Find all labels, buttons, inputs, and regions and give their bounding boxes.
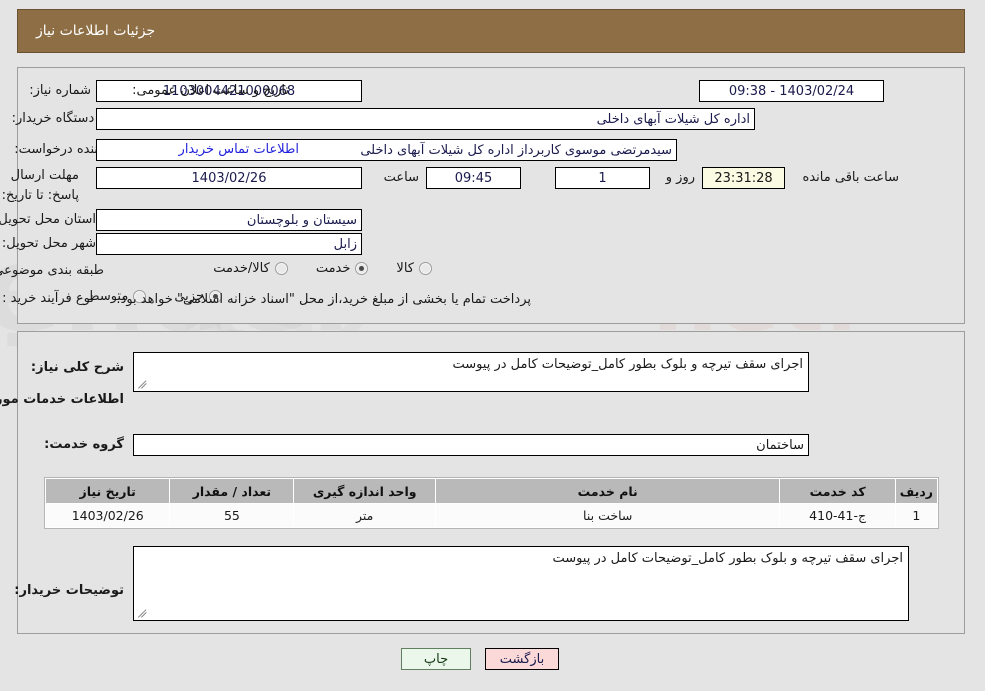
buyer-notes-label: توضیحات خریدار: — [15, 583, 125, 598]
table-header-cell: کد خدمت — [780, 478, 897, 504]
print-button[interactable]: چاپ — [402, 648, 472, 670]
table-cell: 1 — [895, 503, 940, 528]
announce-datetime-label: تاریخ و ساعت اعلان عمومی: — [133, 83, 290, 98]
services-table-wrapper: ردیف کد خدمت نام خدمت واحد اندازه گیری تعداد… — [45, 477, 940, 529]
buyer-notes-value: اجرای سقف تیرچه و بلوک بطور کامل_توضیحات… — [553, 551, 904, 566]
buyer-contact-link[interactable]: اطلاعات تماس خریدار — [180, 142, 300, 157]
category-option-2[interactable]: کالا/خدمت — [214, 261, 289, 276]
buyer-notes-textarea[interactable]: اجرای سقف تیرچه و بلوک بطور کامل_توضیحات… — [134, 546, 910, 621]
deadline-time-value: 09:45 — [427, 167, 522, 189]
back-button[interactable]: بازگشت — [486, 648, 560, 670]
countdown-label: ساعت باقی مانده — [803, 170, 900, 185]
city-label: شهر محل تحویل: — [2, 236, 97, 251]
table-header-cell: تاریخ نیاز — [45, 478, 172, 504]
countdown-value: 23:31:28 — [703, 167, 786, 189]
table-header-cell: واحد اندازه گیری — [294, 478, 437, 504]
summary-value: اجرای سقف تیرچه و بلوک بطور کامل_توضیحات… — [453, 357, 804, 372]
category-radio-icon-0[interactable] — [420, 262, 433, 275]
page-title-bar: جزئیات اطلاعات نیاز — [18, 9, 966, 53]
category-option-label-1: خدمت — [316, 261, 352, 276]
category-radio-group[interactable]: کالا خدمت کالا/خدمت — [192, 261, 433, 276]
table-cell: متر — [294, 503, 437, 528]
city-value: زابل — [97, 233, 363, 255]
services-table: ردیف کد خدمت نام خدمت واحد اندازه گیری تعداد… — [45, 478, 940, 528]
table-header-cell: ردیف — [895, 478, 940, 504]
table-cell: 1403/02/26 — [45, 503, 172, 528]
table-cell: ساخت بنا — [435, 503, 782, 528]
resize-grip-icon — [138, 377, 150, 389]
table-header-row: ردیف کد خدمت نام خدمت واحد اندازه گیری تعداد… — [45, 478, 940, 504]
category-radio-icon-1[interactable] — [356, 262, 370, 275]
table-row: 1 ج-41-410 ساخت بنا متر 55 1403/02/26 — [45, 503, 940, 528]
need-info-panel — [18, 67, 966, 324]
table-header-cell: تعداد / مقدار — [170, 478, 296, 504]
service-group-value: ساختمان — [134, 434, 810, 456]
summary-textarea[interactable]: اجرای سقف تیرچه و بلوک بطور کامل_توضیحات… — [134, 352, 810, 392]
table-header-cell: نام خدمت — [435, 478, 782, 504]
category-option-0[interactable]: کالا — [397, 261, 433, 276]
service-group-label: گروه خدمت: — [45, 437, 125, 452]
table-cell: ج-41-410 — [780, 503, 897, 528]
deadline-label: مهلت ارسال پاسخ: تا تاریخ: — [2, 168, 80, 203]
remaining-days-value: 1 — [556, 167, 651, 189]
category-option-1[interactable]: خدمت — [317, 261, 370, 276]
need-number-label: شماره نیاز: — [30, 83, 92, 98]
category-label: طبقه بندی موضوعی: — [0, 263, 105, 278]
category-option-label-2: کالا/خدمت — [214, 261, 271, 276]
deadline-date-value: 1403/02/26 — [97, 167, 363, 189]
province-label: استان محل تحویل: — [0, 212, 97, 227]
category-option-label-0: کالا — [397, 261, 415, 276]
table-cell: 55 — [170, 503, 296, 528]
page-title: جزئیات اطلاعات نیاز — [37, 23, 157, 39]
summary-label: شرح کلی نیاز: — [31, 360, 125, 375]
resize-grip-icon — [138, 606, 150, 618]
remaining-days-label: روز و — [666, 170, 696, 185]
services-heading: اطلاعات خدمات مورد نیاز — [0, 392, 125, 407]
buyer-org-value: اداره کل شیلات آبهای داخلی — [97, 108, 756, 130]
treasury-note: پرداخت تمام یا بخشی از مبلغ خرید،از محل … — [117, 292, 532, 307]
deadline-time-label: ساعت — [384, 170, 420, 185]
announce-datetime-value: 1403/02/24 - 09:38 — [700, 80, 885, 102]
category-radio-icon-2[interactable] — [275, 262, 289, 275]
province-value: سیستان و بلوچستان — [97, 209, 363, 231]
